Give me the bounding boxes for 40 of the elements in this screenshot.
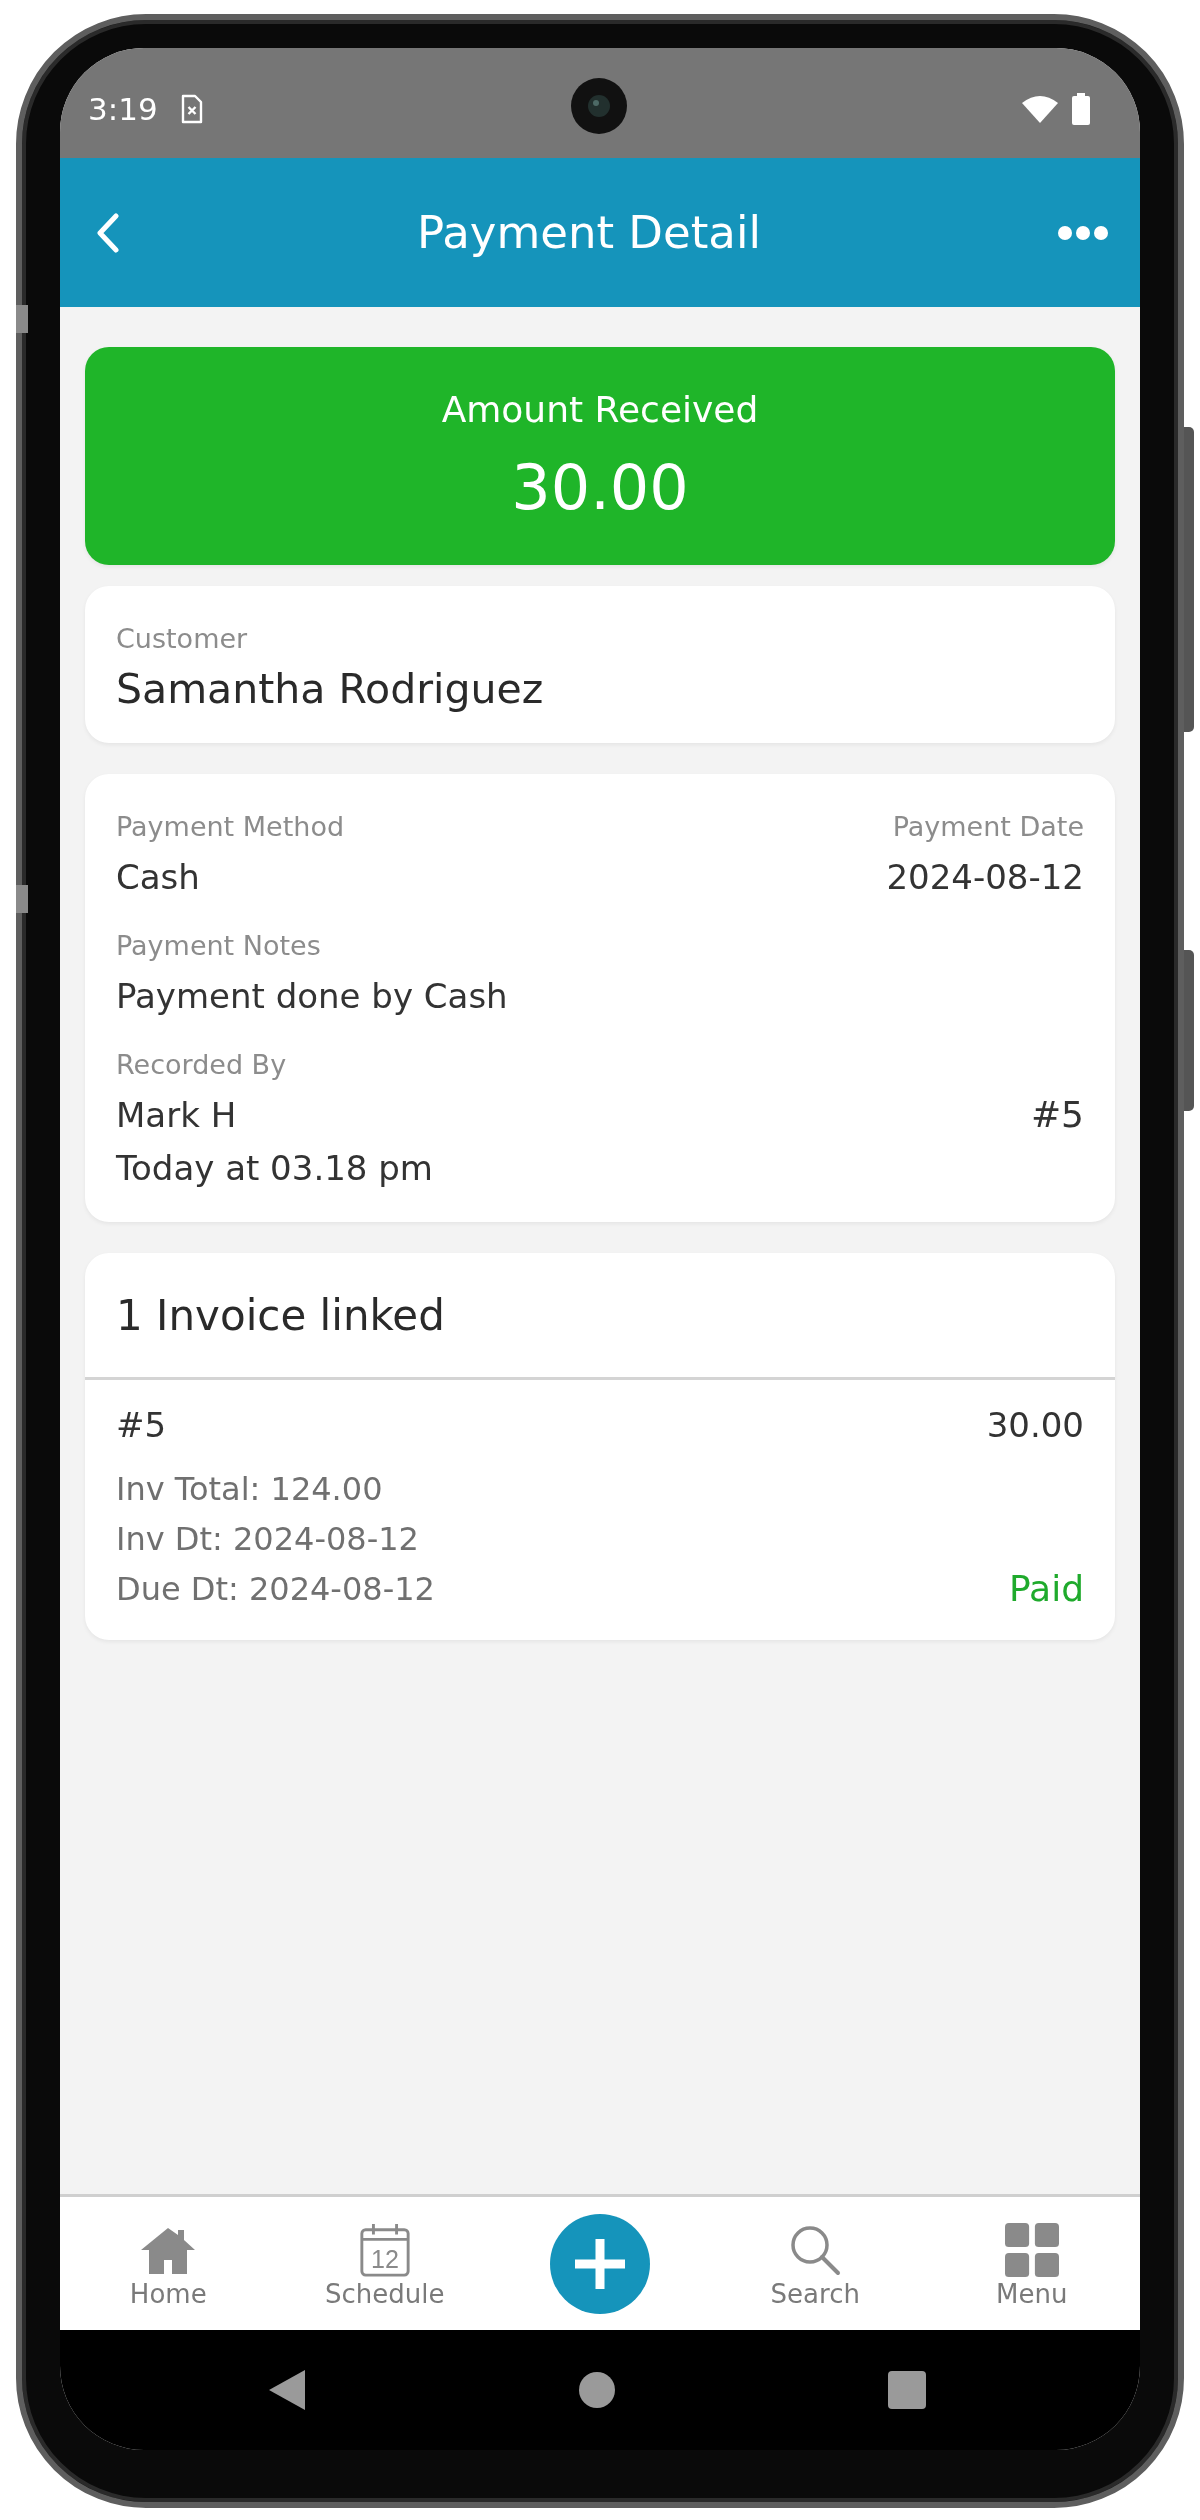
customer-name: Samantha Rodriguez (116, 664, 545, 714)
due-date: Due Dt: 2024-08-12 (116, 1569, 435, 1610)
invoices-header: 1 Invoice linked (85, 1253, 1115, 1380)
wifi-icon (1022, 95, 1058, 123)
battery-icon (1072, 93, 1090, 125)
amount-value: 30.00 (510, 450, 690, 526)
invoice-date: Inv Dt: 2024-08-12 (116, 1519, 420, 1560)
nav-item[interactable]: 12 Schedule (276, 2218, 493, 2309)
side-mark (16, 305, 28, 333)
field-label: Payment Method (116, 810, 345, 844)
invoice-item[interactable]: #5 Inv Total: 124.00 Inv Dt: 2024-08-12 Due Dt: 2024-08-12 30.00 Paid (85, 1380, 1115, 1640)
page-title: Payment Detail (417, 206, 761, 259)
more-icon (1058, 225, 1108, 240)
field-value: Payment done by Cash (116, 975, 509, 1018)
nav-item[interactable]: Menu (923, 2218, 1140, 2309)
amount-label: Amount Received (440, 388, 760, 432)
invoice-total: Inv Total: 124.00 (116, 1469, 384, 1510)
invoice-amount: 30.00 (986, 1404, 1084, 1447)
invoice-number: #5 (116, 1404, 168, 1447)
home-circle-icon[interactable] (578, 2372, 615, 2408)
field-label: Payment Date (892, 810, 1084, 844)
payment-number: #5 (1030, 1093, 1084, 1137)
nav-item[interactable]: Home (60, 2218, 277, 2309)
side-mark (16, 885, 28, 913)
field-value: Cash (116, 856, 201, 899)
customer-label: Customer (116, 622, 249, 656)
field-label: Payment Notes (116, 929, 322, 963)
nav-item[interactable]: Search (707, 2218, 924, 2309)
field-value: 2024-08-12 (886, 856, 1084, 899)
sim-card-icon (179, 94, 204, 124)
back-icon (96, 212, 120, 253)
status-time: 3:19 (88, 91, 158, 127)
back-triangle-icon[interactable] (269, 2370, 305, 2410)
camera-icon (571, 78, 627, 134)
invoice-status: Paid (1009, 1567, 1084, 1611)
grid-icon (1003, 2222, 1060, 2277)
recorded-time: Today at 03.18 pm (116, 1147, 434, 1190)
plus-icon (573, 2236, 627, 2291)
field-label: Recorded By (116, 1048, 288, 1082)
field-value: Mark H (116, 1094, 237, 1137)
